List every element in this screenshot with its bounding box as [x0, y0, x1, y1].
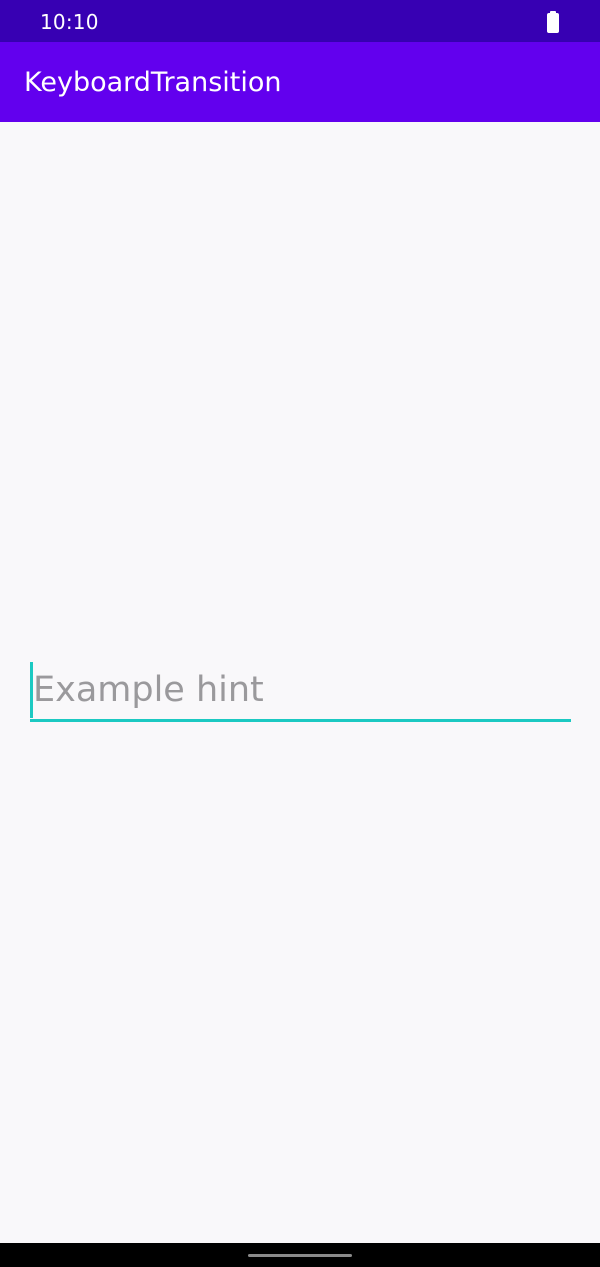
example-edit-text[interactable]: Example hint — [30, 662, 571, 722]
status-bar: 10:10 — [0, 0, 600, 42]
app-title: KeyboardTransition — [24, 67, 282, 98]
app-bar: KeyboardTransition — [0, 42, 600, 122]
edit-text-underline — [30, 719, 571, 722]
battery-full-icon — [547, 11, 559, 33]
status-time: 10:10 — [40, 10, 99, 34]
hint-text: Example hint — [33, 670, 264, 710]
home-handle-icon[interactable] — [248, 1254, 352, 1257]
navigation-bar — [0, 1243, 600, 1267]
